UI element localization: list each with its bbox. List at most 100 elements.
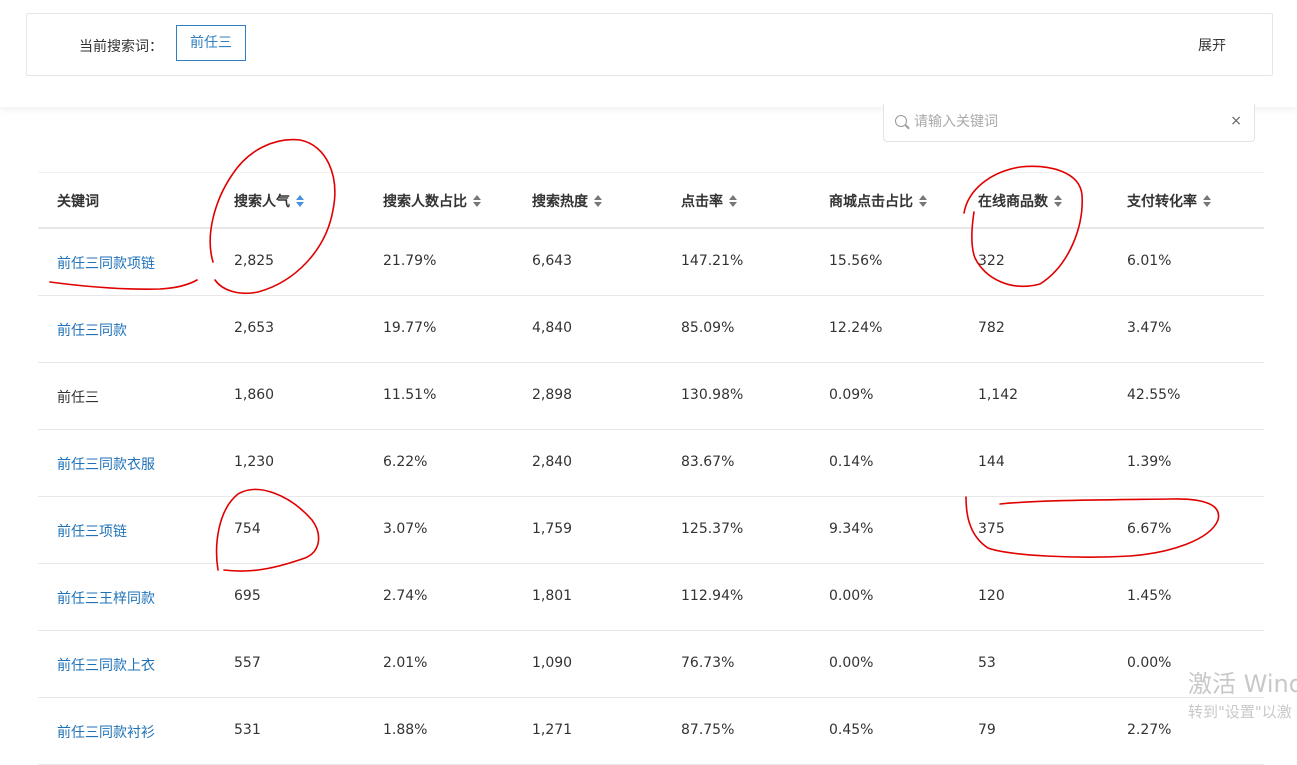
search-icon	[895, 115, 907, 127]
cell-online-items: 120	[978, 588, 1005, 604]
cell-searcher-share: 6.22%	[383, 454, 428, 470]
column-header-search-popularity[interactable]: 搜索人气	[234, 191, 304, 211]
table-header: 关键词 搜索人气 搜索人数占比 搜索热度 点击率 商城点击占比 在线商品数 支付…	[38, 172, 1264, 229]
sort-icon[interactable]	[919, 195, 927, 207]
table-row: 前任三同款 2,653 19.77% 4,840 85.09% 12.24% 7…	[38, 296, 1264, 363]
column-label: 关键词	[57, 194, 99, 210]
cell-search-heat: 6,643	[532, 253, 573, 269]
column-label: 支付转化率	[1127, 194, 1197, 210]
cell-mall-click-share: 0.00%	[829, 655, 874, 671]
cell-pay-conversion: 6.01%	[1127, 253, 1172, 269]
search-term-tag[interactable]: 前任三	[176, 25, 246, 61]
keyword-link[interactable]: 前任三同款衬衫	[57, 722, 155, 742]
cell-search-popularity: 695	[234, 588, 261, 604]
cell-pay-conversion: 2.27%	[1127, 722, 1172, 738]
column-label: 搜索人数占比	[383, 194, 467, 210]
column-header-pay-conversion[interactable]: 支付转化率	[1127, 191, 1211, 211]
cell-pay-conversion: 0.00%	[1127, 655, 1172, 671]
sort-icon[interactable]	[594, 195, 602, 207]
column-header-keyword: 关键词	[57, 191, 99, 211]
cell-search-popularity: 754	[234, 521, 261, 537]
cell-searcher-share: 3.07%	[383, 521, 428, 537]
cell-search-heat: 1,759	[532, 521, 573, 537]
cell-ctr: 112.94%	[681, 588, 744, 604]
cell-search-popularity: 2,825	[234, 253, 275, 269]
keyword-link[interactable]: 前任三同款衣服	[57, 454, 155, 474]
cell-mall-click-share: 0.09%	[829, 387, 874, 403]
cell-mall-click-share: 0.00%	[829, 588, 874, 604]
cell-search-popularity: 557	[234, 655, 261, 671]
column-label: 商城点击占比	[829, 194, 913, 210]
search-header: 当前搜索词： 前任三 展开	[0, 0, 1297, 107]
column-label: 搜索热度	[532, 194, 588, 210]
keyword-table: 关键词 搜索人气 搜索人数占比 搜索热度 点击率 商城点击占比 在线商品数 支付…	[38, 172, 1264, 765]
current-search-label: 当前搜索词：	[79, 39, 163, 55]
cell-ctr: 85.09%	[681, 320, 735, 336]
sort-icon[interactable]	[729, 195, 737, 207]
cell-online-items: 79	[978, 722, 996, 738]
search-term-panel: 当前搜索词： 前任三 展开	[26, 13, 1273, 76]
sort-icon[interactable]	[1203, 195, 1211, 207]
keyword-link[interactable]: 前任三同款项链	[57, 253, 155, 273]
cell-mall-click-share: 0.45%	[829, 722, 874, 738]
cell-search-heat: 2,898	[532, 387, 573, 403]
cell-search-popularity: 531	[234, 722, 261, 738]
keyword-search-input[interactable]	[914, 111, 1214, 133]
watermark-line2: 转到"设置"以激	[1188, 703, 1292, 721]
cell-search-heat: 1,801	[532, 588, 573, 604]
cell-search-heat: 1,090	[532, 655, 573, 671]
table-row: 前任三项链 754 3.07% 1,759 125.37% 9.34% 375 …	[38, 497, 1264, 564]
cell-search-heat: 4,840	[532, 320, 573, 336]
table-row: 前任三 1,860 11.51% 2,898 130.98% 0.09% 1,1…	[38, 363, 1264, 430]
cell-ctr: 125.37%	[681, 521, 744, 537]
sort-icon[interactable]	[1054, 195, 1062, 207]
cell-searcher-share: 21.79%	[383, 253, 437, 269]
sort-icon[interactable]	[296, 195, 304, 207]
keyword-link[interactable]: 前任三同款上衣	[57, 655, 155, 675]
table-row: 前任三同款衣服 1,230 6.22% 2,840 83.67% 0.14% 1…	[38, 430, 1264, 497]
cell-pay-conversion: 6.67%	[1127, 521, 1172, 537]
clear-icon[interactable]: ×	[1230, 113, 1242, 129]
cell-pay-conversion: 42.55%	[1127, 387, 1181, 403]
keyword-search-box: ×	[883, 104, 1255, 142]
table-row: 前任三同款衬衫 531 1.88% 1,271 87.75% 0.45% 79 …	[38, 698, 1264, 765]
cell-ctr: 83.67%	[681, 454, 735, 470]
cell-online-items: 375	[978, 521, 1005, 537]
cell-searcher-share: 2.74%	[383, 588, 428, 604]
cell-search-heat: 1,271	[532, 722, 573, 738]
cell-searcher-share: 19.77%	[383, 320, 437, 336]
cell-searcher-share: 11.51%	[383, 387, 437, 403]
cell-search-popularity: 1,860	[234, 387, 275, 403]
sort-icon[interactable]	[473, 195, 481, 207]
keyword-link[interactable]: 前任三同款	[57, 320, 127, 340]
column-header-mall-click-share[interactable]: 商城点击占比	[829, 191, 927, 211]
cell-ctr: 87.75%	[681, 722, 735, 738]
column-header-searcher-share[interactable]: 搜索人数占比	[383, 191, 481, 211]
cell-mall-click-share: 9.34%	[829, 521, 874, 537]
column-header-online-items[interactable]: 在线商品数	[978, 191, 1062, 211]
keyword-link[interactable]: 前任三项链	[57, 521, 127, 541]
cell-online-items: 782	[978, 320, 1005, 336]
cell-online-items: 322	[978, 253, 1005, 269]
cell-search-popularity: 1,230	[234, 454, 275, 470]
cell-pay-conversion: 1.39%	[1127, 454, 1172, 470]
cell-online-items: 144	[978, 454, 1005, 470]
watermark-line1: 激活 Wind	[1188, 670, 1297, 698]
keyword-text: 前任三	[57, 390, 99, 406]
keyword-link[interactable]: 前任三王梓同款	[57, 588, 155, 608]
cell-search-heat: 2,840	[532, 454, 573, 470]
column-label: 点击率	[681, 194, 723, 210]
cell-mall-click-share: 0.14%	[829, 454, 874, 470]
cell-mall-click-share: 15.56%	[829, 253, 883, 269]
table-row: 前任三同款上衣 557 2.01% 1,090 76.73% 0.00% 53 …	[38, 631, 1264, 698]
table-row: 前任三王梓同款 695 2.74% 1,801 112.94% 0.00% 12…	[38, 564, 1264, 631]
cell-ctr: 130.98%	[681, 387, 744, 403]
cell-online-items: 1,142	[978, 387, 1019, 403]
column-header-ctr[interactable]: 点击率	[681, 191, 737, 211]
cell-searcher-share: 1.88%	[383, 722, 428, 738]
column-header-search-heat[interactable]: 搜索热度	[532, 191, 602, 211]
cell-online-items: 53	[978, 655, 996, 671]
cell-ctr: 147.21%	[681, 253, 744, 269]
cell-pay-conversion: 1.45%	[1127, 588, 1172, 604]
cell-searcher-share: 2.01%	[383, 655, 428, 671]
